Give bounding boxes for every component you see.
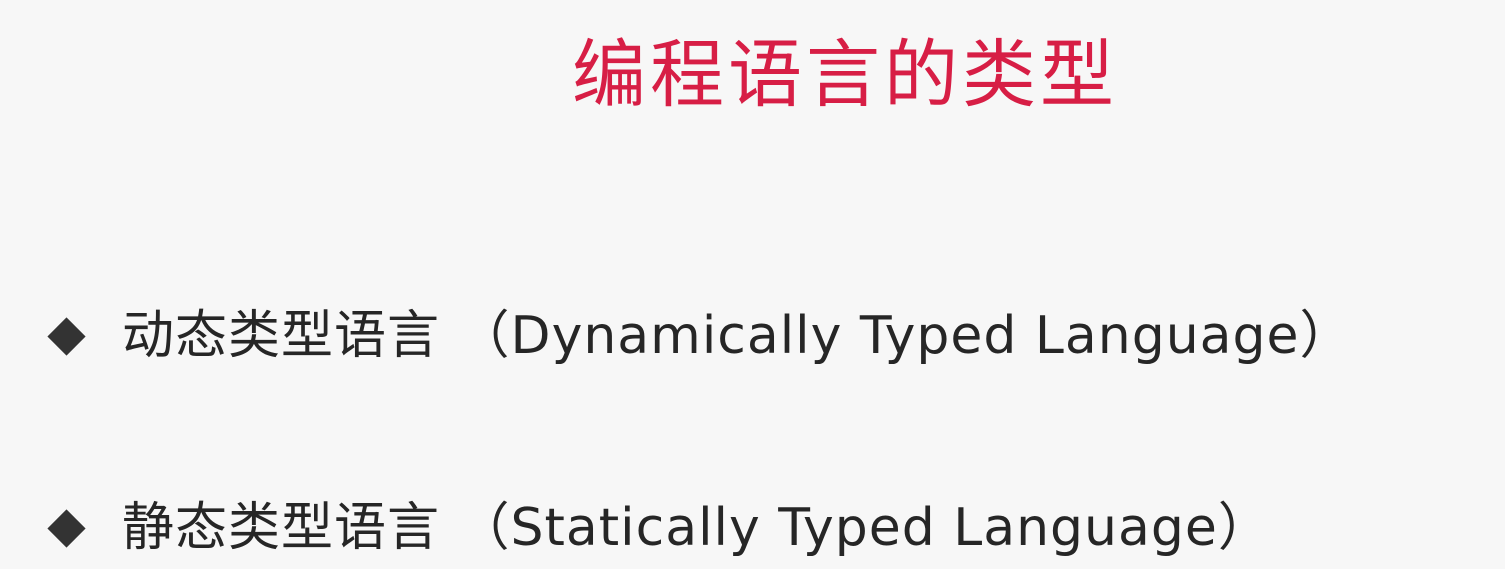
bullet-item-static: 静态类型语言 （Statically Typed Language） <box>44 502 1271 554</box>
slide: 编程语言的类型 动态类型语言 （Dynamically Typed Langua… <box>0 0 1505 569</box>
bullet-text: 动态类型语言 （Dynamically Typed Language） <box>122 306 1353 366</box>
bullet-text: 静态类型语言 （Statically Typed Language） <box>122 498 1271 558</box>
diamond-bullet-icon <box>47 508 86 548</box>
diamond-bullet-icon <box>47 316 86 356</box>
slide-title: 编程语言的类型 <box>572 32 1118 118</box>
bullet-item-dynamic: 动态类型语言 （Dynamically Typed Language） <box>44 310 1353 362</box>
